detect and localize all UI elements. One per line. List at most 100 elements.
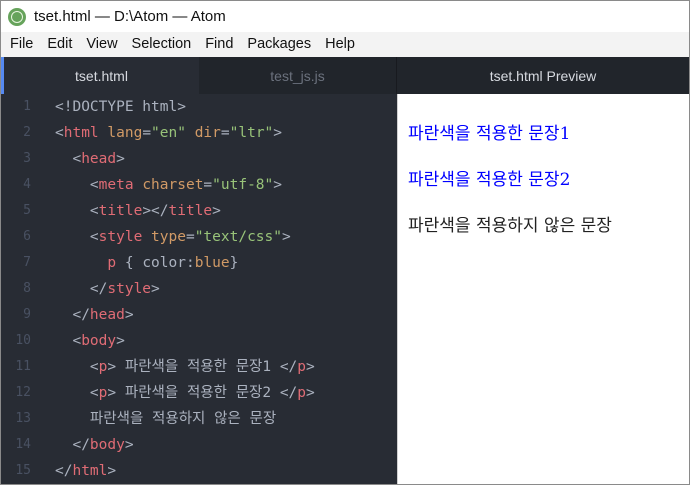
code-line[interactable]: 7 p { color:blue} — [1, 250, 397, 276]
tab-html-preview[interactable]: tset.html Preview — [397, 57, 689, 94]
code-text: </body> — [55, 432, 134, 458]
code-text: </html> — [55, 458, 116, 484]
code-token: > — [282, 229, 291, 245]
code-token: </ — [55, 463, 73, 479]
code-editor[interactable]: 1 <!DOCTYPE html> 2 <html lang="en" dir="lt… — [1, 94, 397, 484]
line-number: 12 — [15, 385, 31, 400]
window-title: tset.html — D:\Atom — Atom — [34, 8, 226, 25]
preview-paragraph-2: 파란색을 적용한 문장2 — [408, 170, 571, 190]
preview-unstyled-text: 파란색을 적용하지 않은 문장 — [408, 216, 612, 236]
code-token: > — [273, 177, 282, 193]
code-token: < — [55, 359, 99, 375]
code-token: p — [297, 385, 307, 401]
menu-selection[interactable]: Selection — [125, 32, 199, 57]
code-text: p { color:blue} — [55, 250, 238, 276]
line-number: 4 — [23, 177, 31, 192]
code-token: < — [55, 333, 82, 349]
code-token: charset — [142, 177, 204, 193]
line-number: 13 — [15, 411, 31, 426]
code-text: <p> 파란색을 적용한 문장2 </p> — [55, 380, 315, 406]
code-line[interactable]: 8 </style> — [1, 276, 397, 302]
code-token: { color: — [116, 255, 195, 271]
title-bar: tset.html — D:\Atom — Atom — [1, 1, 689, 32]
code-line[interactable]: 1 <!DOCTYPE html> — [1, 94, 397, 120]
code-token: p — [297, 359, 307, 375]
atom-window: tset.html — D:\Atom — Atom File Edit Vie… — [0, 0, 690, 485]
code-token: = — [203, 177, 213, 193]
code-text: <title></title> — [55, 198, 221, 224]
code-token: body — [89, 437, 125, 453]
code-line[interactable]: 6 <style type="text/css"> — [1, 224, 397, 250]
code-line[interactable]: 12 <p> 파란색을 적용한 문장2 </p> — [1, 380, 397, 406]
code-text: <style type="text/css"> — [55, 224, 291, 250]
preview-paragraph-1: 파란색을 적용한 문장1 — [408, 124, 571, 144]
code-token: title — [98, 203, 143, 219]
code-line[interactable]: 4 <meta charset="utf-8"> — [1, 172, 397, 198]
tab-test-js[interactable]: test_js.js — [199, 57, 397, 94]
menu-edit[interactable]: Edit — [40, 32, 79, 57]
code-token: </ — [55, 437, 90, 453]
code-line[interactable]: 15 </html> — [1, 458, 397, 484]
code-text: </style> — [55, 276, 160, 302]
code-text: <head> — [55, 146, 124, 172]
atom-app-icon — [8, 7, 26, 26]
code-token: head — [89, 307, 125, 323]
code-token: < — [55, 203, 99, 219]
menu-packages[interactable]: Packages — [240, 32, 318, 57]
code-token: <!DOCTYPE html> — [55, 99, 186, 115]
code-token: < — [55, 125, 64, 141]
line-number: 5 — [23, 203, 31, 218]
line-number: 7 — [23, 255, 31, 270]
code-text: 파란색을 적용하지 않은 문장 — [55, 406, 276, 432]
code-token: > — [116, 333, 125, 349]
code-text: </head> — [55, 302, 134, 328]
code-line[interactable]: 9 </head> — [1, 302, 397, 328]
code-text: <meta charset="utf-8"> — [55, 172, 282, 198]
code-token: > — [273, 125, 283, 141]
tab-bar: tset.html test_js.js tset.html Preview — [1, 57, 689, 94]
menu-help[interactable]: Help — [318, 32, 362, 57]
code-token: = — [185, 229, 195, 245]
line-number: 14 — [15, 437, 31, 452]
code-token: > — [212, 203, 221, 219]
tab-tset-html[interactable]: tset.html — [1, 57, 199, 94]
code-token: = — [142, 125, 152, 141]
line-number: 6 — [23, 229, 31, 244]
code-token: type — [151, 229, 186, 245]
code-line[interactable]: 2 <html lang="en" dir="ltr"> — [1, 120, 397, 146]
code-token: lang — [107, 125, 143, 141]
code-token: p — [107, 255, 117, 271]
code-token: > 파란색을 적용한 문장2 </ — [107, 385, 298, 401]
menu-file[interactable]: File — [3, 32, 40, 57]
line-number: 9 — [23, 307, 31, 322]
code-token: dir — [194, 125, 221, 141]
code-token: > — [306, 385, 315, 401]
code-token: > — [306, 359, 315, 375]
code-token: > — [124, 307, 134, 323]
code-token: style — [98, 229, 143, 245]
code-token: < — [55, 385, 99, 401]
code-line[interactable]: 13 파란색을 적용하지 않은 문장 — [1, 406, 397, 432]
code-line[interactable]: 11 <p> 파란색을 적용한 문장1 </p> — [1, 354, 397, 380]
code-token: head — [81, 151, 117, 167]
code-token: "en" — [151, 125, 186, 141]
line-number: 2 — [23, 125, 31, 140]
menu-find[interactable]: Find — [198, 32, 240, 57]
code-token: > 파란색을 적용한 문장1 </ — [107, 359, 298, 375]
code-token: 파란색을 적용하지 않은 문장 — [55, 411, 277, 427]
line-number: 10 — [15, 333, 31, 348]
code-token: > — [124, 437, 134, 453]
code-line[interactable]: 5 <title></title> — [1, 198, 397, 224]
code-token: html — [63, 125, 99, 141]
code-line[interactable]: 10 <body> — [1, 328, 397, 354]
line-number: 1 — [23, 99, 31, 114]
code-line[interactable]: 14 </body> — [1, 432, 397, 458]
code-token: < — [55, 229, 99, 245]
code-token: body — [81, 333, 117, 349]
code-token: meta — [98, 177, 134, 193]
menu-view[interactable]: View — [79, 32, 124, 57]
code-token: < — [55, 177, 99, 193]
code-line[interactable]: 3 <head> — [1, 146, 397, 172]
